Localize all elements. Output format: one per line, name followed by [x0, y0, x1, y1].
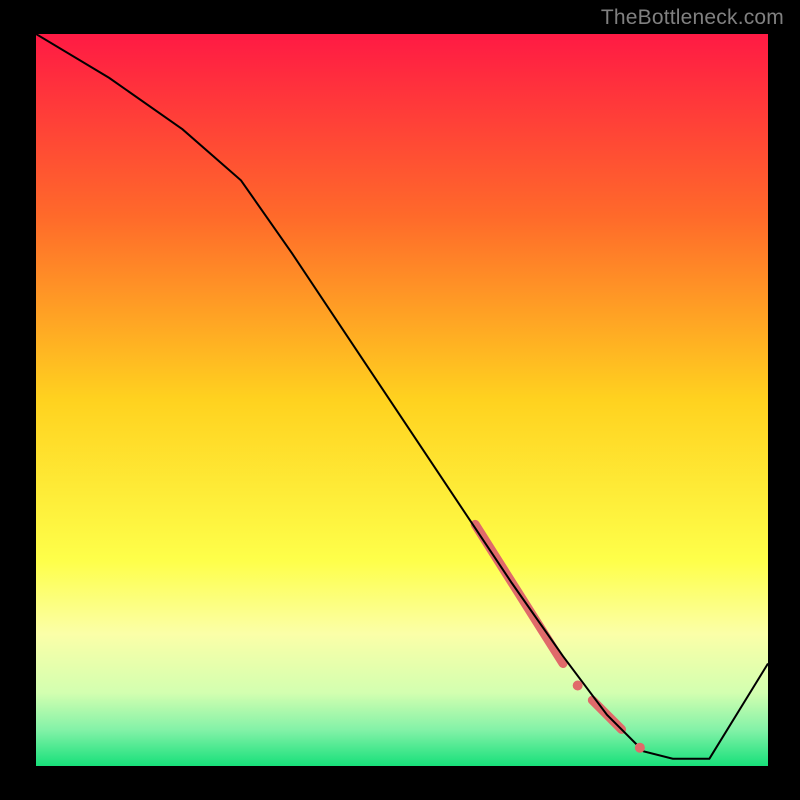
gradient-background: [36, 34, 768, 766]
watermark-text: TheBottleneck.com: [601, 6, 784, 30]
chart-svg: [36, 34, 768, 766]
chart-container: { "watermark": "TheBottleneck.com", "cha…: [0, 0, 800, 800]
plot-area: [36, 34, 768, 766]
